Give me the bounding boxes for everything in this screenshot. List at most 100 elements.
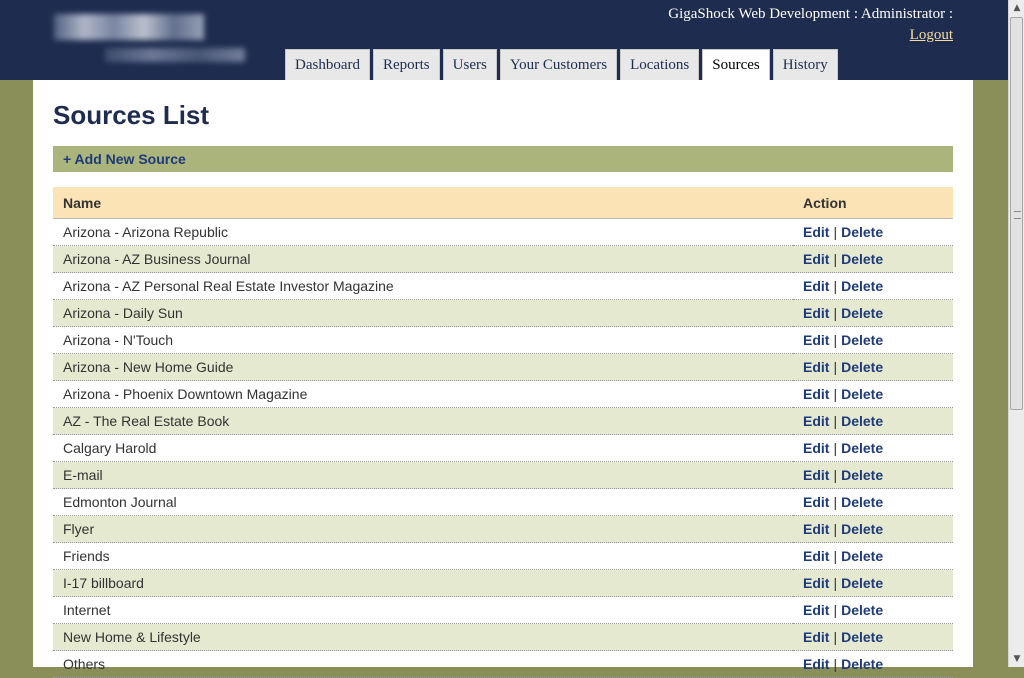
- delete-link[interactable]: Delete: [841, 440, 883, 456]
- delete-link[interactable]: Delete: [841, 656, 883, 672]
- tab-history[interactable]: History: [772, 49, 838, 80]
- table-header-row: Name Action: [53, 187, 953, 219]
- edit-link[interactable]: Edit: [803, 548, 829, 564]
- source-name: Flyer: [53, 515, 793, 543]
- source-name: Arizona - Arizona Republic: [53, 218, 793, 246]
- row-actions: Edit | Delete: [793, 245, 953, 273]
- edit-link[interactable]: Edit: [803, 575, 829, 591]
- edit-link[interactable]: Edit: [803, 305, 829, 321]
- edit-link[interactable]: Edit: [803, 656, 829, 672]
- action-separator: |: [833, 413, 838, 429]
- source-name: Arizona - New Home Guide: [53, 353, 793, 381]
- edit-link[interactable]: Edit: [803, 467, 829, 483]
- edit-link[interactable]: Edit: [803, 224, 829, 240]
- action-separator: |: [833, 656, 838, 672]
- action-separator: |: [833, 602, 838, 618]
- source-name: Internet: [53, 596, 793, 624]
- action-separator: |: [833, 224, 838, 240]
- tab-dashboard[interactable]: Dashboard: [285, 49, 370, 80]
- row-actions: Edit | Delete: [793, 353, 953, 381]
- row-actions: Edit | Delete: [793, 299, 953, 327]
- tab-users[interactable]: Users: [442, 49, 497, 80]
- row-actions: Edit | Delete: [793, 488, 953, 516]
- edit-link[interactable]: Edit: [803, 440, 829, 456]
- table-row: Calgary Harold Edit | Delete: [53, 434, 953, 462]
- row-actions: Edit | Delete: [793, 407, 953, 435]
- source-name: AZ - The Real Estate Book: [53, 407, 793, 435]
- edit-link[interactable]: Edit: [803, 386, 829, 402]
- user-info: GigaShock Web Development : Administrato…: [668, 6, 953, 22]
- tab-locations[interactable]: Locations: [620, 49, 700, 80]
- company-logo[interactable]: [50, 8, 250, 68]
- delete-link[interactable]: Delete: [841, 575, 883, 591]
- action-separator: |: [833, 629, 838, 645]
- main-content: Sources List + Add New Source Name Actio…: [33, 80, 973, 678]
- arrow-down-icon[interactable]: ▼: [1009, 651, 1024, 667]
- add-new-source-link[interactable]: + Add New Source: [63, 151, 186, 167]
- row-actions: Edit | Delete: [793, 272, 953, 300]
- action-separator: |: [833, 521, 838, 537]
- delete-link[interactable]: Delete: [841, 467, 883, 483]
- edit-link[interactable]: Edit: [803, 521, 829, 537]
- table-row: Friends Edit | Delete: [53, 542, 953, 570]
- tab-reports[interactable]: Reports: [372, 49, 440, 80]
- edit-link[interactable]: Edit: [803, 251, 829, 267]
- delete-link[interactable]: Delete: [841, 386, 883, 402]
- table-row: Arizona - Daily Sun Edit | Delete: [53, 299, 953, 327]
- delete-link[interactable]: Delete: [841, 224, 883, 240]
- delete-link[interactable]: Delete: [841, 359, 883, 375]
- delete-link[interactable]: Delete: [841, 305, 883, 321]
- table-row: Edmonton Journal Edit | Delete: [53, 488, 953, 516]
- edit-link[interactable]: Edit: [803, 278, 829, 294]
- logout-link[interactable]: Logout: [910, 27, 953, 44]
- delete-link[interactable]: Delete: [841, 548, 883, 564]
- action-separator: |: [833, 575, 838, 591]
- vertical-scrollbar[interactable]: ▲ ▼: [1008, 0, 1024, 667]
- row-actions: Edit | Delete: [793, 623, 953, 651]
- row-actions: Edit | Delete: [793, 326, 953, 354]
- edit-link[interactable]: Edit: [803, 413, 829, 429]
- delete-link[interactable]: Delete: [841, 629, 883, 645]
- row-actions: Edit | Delete: [793, 515, 953, 543]
- source-name: Arizona - AZ Business Journal: [53, 245, 793, 273]
- source-name: Friends: [53, 542, 793, 570]
- source-name: Arizona - Phoenix Downtown Magazine: [53, 380, 793, 408]
- row-actions: Edit | Delete: [793, 461, 953, 489]
- delete-link[interactable]: Delete: [841, 251, 883, 267]
- delete-link[interactable]: Delete: [841, 494, 883, 510]
- main-nav-tabs: Dashboard Reports Users Your Customers Locat…: [285, 49, 841, 80]
- source-name: Calgary Harold: [53, 434, 793, 462]
- row-actions: Edit | Delete: [793, 434, 953, 462]
- action-separator: |: [833, 548, 838, 564]
- edit-link[interactable]: Edit: [803, 629, 829, 645]
- edit-link[interactable]: Edit: [803, 359, 829, 375]
- edit-link[interactable]: Edit: [803, 332, 829, 348]
- table-row: E-mail Edit | Delete: [53, 461, 953, 489]
- row-actions: Edit | Delete: [793, 596, 953, 624]
- source-name: Arizona - N'Touch: [53, 326, 793, 354]
- top-header: GigaShock Web Development : Administrato…: [0, 0, 1008, 80]
- table-row: Arizona - New Home Guide Edit | Delete: [53, 353, 953, 381]
- tab-sources[interactable]: Sources: [702, 49, 770, 80]
- delete-link[interactable]: Delete: [841, 278, 883, 294]
- source-name: Arizona - AZ Personal Real Estate Invest…: [53, 272, 793, 300]
- table-row: Arizona - AZ Personal Real Estate Invest…: [53, 272, 953, 300]
- row-actions: Edit | Delete: [793, 542, 953, 570]
- edit-link[interactable]: Edit: [803, 602, 829, 618]
- sources-table: Name Action Arizona - Arizona Republic Ed…: [53, 187, 953, 678]
- row-actions: Edit | Delete: [793, 569, 953, 597]
- delete-link[interactable]: Delete: [841, 332, 883, 348]
- column-header-name: Name: [53, 187, 793, 219]
- action-separator: |: [833, 278, 838, 294]
- delete-link[interactable]: Delete: [841, 521, 883, 537]
- scrollbar-thumb[interactable]: [1010, 17, 1023, 410]
- tab-your-customers[interactable]: Your Customers: [499, 49, 618, 80]
- table-row: Flyer Edit | Delete: [53, 515, 953, 543]
- arrow-up-icon[interactable]: ▲: [1009, 0, 1024, 16]
- table-row: Arizona - N'Touch Edit | Delete: [53, 326, 953, 354]
- delete-link[interactable]: Delete: [841, 602, 883, 618]
- source-name: E-mail: [53, 461, 793, 489]
- table-row: Arizona - AZ Business Journal Edit | Delete: [53, 245, 953, 273]
- delete-link[interactable]: Delete: [841, 413, 883, 429]
- edit-link[interactable]: Edit: [803, 494, 829, 510]
